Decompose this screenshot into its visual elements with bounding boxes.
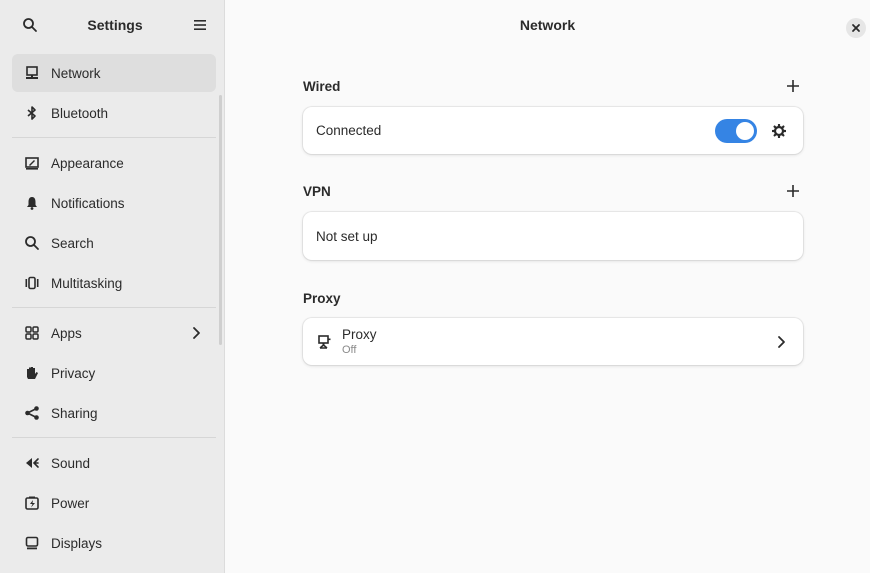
add-wired-button[interactable]: [783, 76, 803, 96]
sidebar-item-search[interactable]: Search: [12, 224, 216, 262]
sidebar-item-label: Multitasking: [51, 275, 123, 291]
vpn-section: VPN: [303, 179, 803, 203]
sidebar-header: Settings: [0, 0, 224, 50]
sidebar-item-privacy[interactable]: Privacy: [12, 354, 216, 392]
vpn-section-title: VPN: [303, 183, 331, 199]
main-panel: Network Wired Connected VPN Not set up P…: [225, 0, 870, 573]
sidebar-list: Network Bluetooth Appearance Notificatio…: [0, 50, 224, 562]
sidebar-item-label: Power: [51, 495, 90, 511]
gear-icon: [772, 123, 786, 138]
sidebar-item-label: Privacy: [51, 365, 96, 381]
bell-icon: [24, 195, 40, 211]
sidebar-item-power[interactable]: Power: [12, 484, 216, 522]
search-button[interactable]: [18, 13, 42, 37]
plus-icon: [787, 185, 799, 197]
toggle-knob: [736, 121, 754, 140]
speaker-icon: [24, 455, 40, 471]
sidebar-item-multitasking[interactable]: Multitasking: [12, 264, 216, 302]
search-icon: [23, 18, 37, 32]
sidebar-item-notifications[interactable]: Notifications: [12, 184, 216, 222]
vpn-row: Not set up: [303, 212, 803, 260]
sidebar-item-apps[interactable]: Apps: [12, 314, 216, 352]
sidebar-item-displays[interactable]: Displays: [12, 524, 216, 562]
sidebar-title: Settings: [87, 17, 143, 33]
main-header: Network: [225, 0, 870, 50]
close-button[interactable]: [846, 18, 866, 38]
sidebar-divider: [12, 307, 216, 308]
sidebar-item-sound[interactable]: Sound: [12, 444, 216, 482]
proxy-label: Proxy: [342, 327, 377, 342]
proxy-text: Proxy Off: [342, 327, 377, 356]
search-icon: [24, 235, 40, 251]
bluetooth-icon: [24, 105, 40, 121]
sidebar-item-label: Network: [51, 65, 101, 81]
vpn-status: Not set up: [316, 228, 378, 244]
sidebar-item-label: Bluetooth: [51, 105, 109, 121]
sidebar-item-network[interactable]: Network: [12, 54, 216, 92]
sidebar-item-label: Search: [51, 235, 94, 251]
power-battery-icon: [24, 495, 40, 511]
add-vpn-button[interactable]: [783, 181, 803, 201]
proxy-row[interactable]: Proxy Off: [303, 318, 803, 365]
sidebar: Settings Network Bluetooth Appearance No…: [0, 0, 225, 573]
sidebar-item-sharing[interactable]: Sharing: [12, 394, 216, 432]
proxy-section: Proxy: [303, 286, 803, 310]
sidebar-scrollbar[interactable]: [219, 95, 222, 345]
plus-icon: [787, 80, 799, 92]
page-title: Network: [519, 17, 576, 33]
sidebar-item-label: Displays: [51, 535, 103, 551]
close-icon: [852, 24, 860, 32]
wired-settings-button[interactable]: [769, 121, 789, 141]
network-wired-icon: [24, 65, 40, 81]
sidebar-divider: [12, 137, 216, 138]
sidebar-item-label: Sound: [51, 455, 91, 471]
wired-section-title: Wired: [303, 78, 341, 94]
hand-icon: [24, 365, 40, 381]
sidebar-item-appearance[interactable]: Appearance: [12, 144, 216, 182]
wired-status: Connected: [316, 123, 382, 138]
sidebar-item-label: Sharing: [51, 405, 98, 421]
hamburger-menu-icon: [193, 20, 206, 30]
wired-toggle[interactable]: [715, 118, 757, 143]
sidebar-divider: [12, 437, 216, 438]
chevron-right-icon: [778, 335, 785, 348]
sidebar-item-label: Notifications: [51, 195, 125, 211]
proxy-icon: [316, 334, 332, 350]
proxy-status: Off: [342, 344, 357, 356]
proxy-section-title: Proxy: [303, 290, 341, 306]
appearance-icon: [24, 155, 40, 171]
sidebar-item-label: Appearance: [51, 155, 124, 171]
multitasking-icon: [24, 275, 40, 291]
sidebar-item-label: Apps: [51, 325, 82, 341]
menu-button[interactable]: [188, 13, 212, 37]
wired-connection-row: Connected: [303, 107, 803, 154]
settings-window: Settings Network Bluetooth Appearance No…: [0, 0, 870, 573]
display-icon: [24, 535, 40, 551]
sidebar-item-bluetooth[interactable]: Bluetooth: [12, 94, 216, 132]
share-icon: [24, 405, 40, 421]
apps-grid-icon: [24, 325, 40, 341]
chevron-right-icon: [188, 325, 204, 344]
wired-section: Wired: [303, 74, 803, 98]
